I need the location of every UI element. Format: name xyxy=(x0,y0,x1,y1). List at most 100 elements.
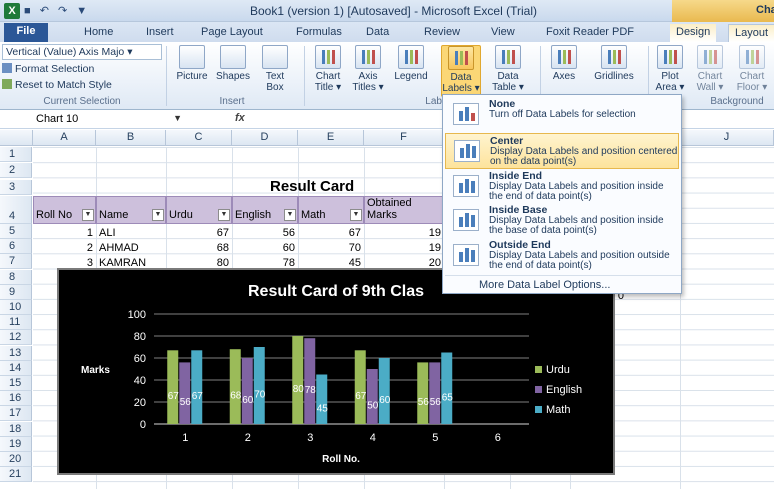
row-header[interactable]: 5 xyxy=(0,224,32,239)
menu-item-outside-end[interactable]: Outside End Display Data Labels and posi… xyxy=(445,238,679,274)
row-header[interactable]: 7 xyxy=(0,254,32,270)
tab-home[interactable]: Home xyxy=(78,24,119,42)
fx-icon[interactable]: fx xyxy=(235,112,245,124)
name-box[interactable]: Chart 10 ▼ xyxy=(30,112,190,128)
picture-button[interactable]: Picture xyxy=(172,45,212,82)
select-all-corner[interactable] xyxy=(0,130,33,146)
table-header-english[interactable]: English ▼ xyxy=(232,196,298,224)
tab-view[interactable]: View xyxy=(485,24,521,42)
row-header[interactable]: 18 xyxy=(0,421,32,437)
cell-math[interactable]: 67 xyxy=(298,227,361,239)
row-header[interactable]: 21 xyxy=(0,467,32,483)
cell-roll-no[interactable]: 2 xyxy=(33,242,93,254)
row-header[interactable]: 11 xyxy=(0,315,32,331)
tab-foxit-reader-pdf[interactable]: Foxit Reader PDF xyxy=(540,24,640,42)
table-header-roll-no[interactable]: Roll No ▼ xyxy=(33,196,96,224)
axis-titles-button[interactable]: Axis Titles ▾ xyxy=(350,45,386,93)
cell-math[interactable]: 70 xyxy=(298,242,361,254)
result-card-title[interactable]: Result Card xyxy=(270,178,354,195)
y-tick-label: 0 xyxy=(140,419,146,431)
quick-access-toolbar[interactable]: ■ ↶ ↷ ▼ xyxy=(24,4,90,17)
tab-page-layout[interactable]: Page Layout xyxy=(195,24,269,42)
axes-button[interactable]: Axes xyxy=(546,45,582,82)
cell-obtained[interactable]: 19 xyxy=(364,227,441,239)
row-header[interactable]: 4 xyxy=(0,196,32,224)
row-header[interactable]: 9 xyxy=(0,284,32,300)
row-header[interactable]: 8 xyxy=(0,269,32,285)
row-header[interactable]: 14 xyxy=(0,360,32,376)
excel-icon[interactable]: X xyxy=(4,3,20,19)
table-header-math[interactable]: Math ▼ xyxy=(298,196,364,224)
row-header[interactable]: 13 xyxy=(0,345,32,361)
plot-area-button[interactable]: Plot Area ▾ xyxy=(652,45,688,93)
cell-urdu[interactable]: 67 xyxy=(166,227,229,239)
cell-obtained[interactable]: 19 xyxy=(364,242,441,254)
row-header[interactable]: 16 xyxy=(0,391,32,407)
group-label-background: Background xyxy=(710,96,764,107)
filter-dropdown-icon[interactable]: ▼ xyxy=(152,209,164,221)
table-header-name[interactable]: Name ▼ xyxy=(96,196,166,224)
menu-item-none[interactable]: None Turn off Data Labels for selection xyxy=(445,97,679,133)
tab-data[interactable]: Data xyxy=(360,24,395,42)
menu-item-inside-base[interactable]: Inside Base Display Data Labels and posi… xyxy=(445,203,679,239)
cell-name[interactable]: ALI xyxy=(99,227,116,239)
reset-to-match-style-button[interactable]: Reset to Match Style xyxy=(2,79,112,95)
row-header[interactable]: 2 xyxy=(0,163,32,179)
row-header[interactable]: 3 xyxy=(0,179,32,195)
table-header-urdu[interactable]: Urdu ▼ xyxy=(166,196,232,224)
legend-button[interactable]: Legend xyxy=(392,45,430,82)
format-selection-button[interactable]: Format Selection xyxy=(2,63,94,79)
row-header[interactable]: 15 xyxy=(0,376,32,391)
cell-english[interactable]: 60 xyxy=(232,242,295,254)
row-header[interactable]: 12 xyxy=(0,330,32,346)
tab-design[interactable]: Design xyxy=(670,24,717,42)
row-header[interactable]: 17 xyxy=(0,406,32,422)
filter-dropdown-icon[interactable]: ▼ xyxy=(284,209,296,221)
inside-base-labels-icon xyxy=(453,209,479,231)
chart-floor-button[interactable]: Chart Floor ▾ xyxy=(732,45,772,93)
chart-result-card[interactable]: Result Card of 9th Clas 0 20 40 60 80 100 Marks… xyxy=(57,268,615,475)
column-header[interactable]: D xyxy=(232,130,298,146)
text-box-button[interactable]: Text Box xyxy=(258,45,292,93)
row-header[interactable]: 1 xyxy=(0,147,32,162)
column-header[interactable]: C xyxy=(166,130,232,146)
legend-label-math: Math xyxy=(546,404,570,416)
legend-swatch-urdu xyxy=(535,366,542,373)
menu-item-center[interactable]: Center Display Data Labels and position … xyxy=(445,133,679,169)
filter-dropdown-icon[interactable]: ▼ xyxy=(82,209,94,221)
cell-urdu[interactable]: 68 xyxy=(166,242,229,254)
gridlines-button[interactable]: Gridlines xyxy=(586,45,642,82)
tab-layout[interactable]: Layout xyxy=(728,24,774,42)
column-header[interactable]: J xyxy=(680,130,774,146)
filter-dropdown-icon[interactable]: ▼ xyxy=(350,209,362,221)
tab-formulas[interactable]: Formulas xyxy=(290,24,348,42)
row-header[interactable]: 6 xyxy=(0,239,32,255)
menu-item-inside-end[interactable]: Inside End Display Data Labels and posit… xyxy=(445,169,679,205)
data-labels-button[interactable]: Data Labels ▾ xyxy=(441,45,481,97)
row-header[interactable]: 10 xyxy=(0,300,32,315)
cell-english[interactable]: 56 xyxy=(232,227,295,239)
filter-dropdown-icon[interactable]: ▼ xyxy=(218,209,230,221)
chart-wall-button[interactable]: Chart Wall ▾ xyxy=(692,45,728,93)
chart-title-button[interactable]: Chart Title ▾ xyxy=(310,45,346,93)
chart-elements-dropdown[interactable]: Vertical (Value) Axis Majo ▾ xyxy=(2,44,162,60)
column-header[interactable]: B xyxy=(96,130,166,146)
shapes-button[interactable]: Shapes xyxy=(214,45,252,82)
row-header[interactable]: 20 xyxy=(0,452,32,467)
column-header[interactable]: E xyxy=(298,130,364,146)
cell-name[interactable]: AHMAD xyxy=(99,242,139,254)
data-table-button[interactable]: Data Table ▾ xyxy=(488,45,528,93)
chevron-down-icon[interactable]: ▼ xyxy=(173,113,182,123)
y-tick-label: 60 xyxy=(134,353,146,365)
data-label: 60 xyxy=(242,395,254,406)
row-header[interactable]: 19 xyxy=(0,436,32,452)
table-header-obtained-marks[interactable]: Obtained Marks xyxy=(364,196,444,224)
column-header[interactable]: A xyxy=(33,130,96,146)
tab-file[interactable]: File xyxy=(4,23,48,42)
more-data-label-options[interactable]: More Data Label Options... xyxy=(479,279,610,291)
chart-svg: Result Card of 9th Clas 0 20 40 60 80 100 Marks… xyxy=(81,283,582,465)
column-header[interactable]: F xyxy=(364,130,444,146)
tab-insert[interactable]: Insert xyxy=(140,24,180,42)
tab-review[interactable]: Review xyxy=(418,24,466,42)
cell-roll-no[interactable]: 1 xyxy=(33,227,93,239)
